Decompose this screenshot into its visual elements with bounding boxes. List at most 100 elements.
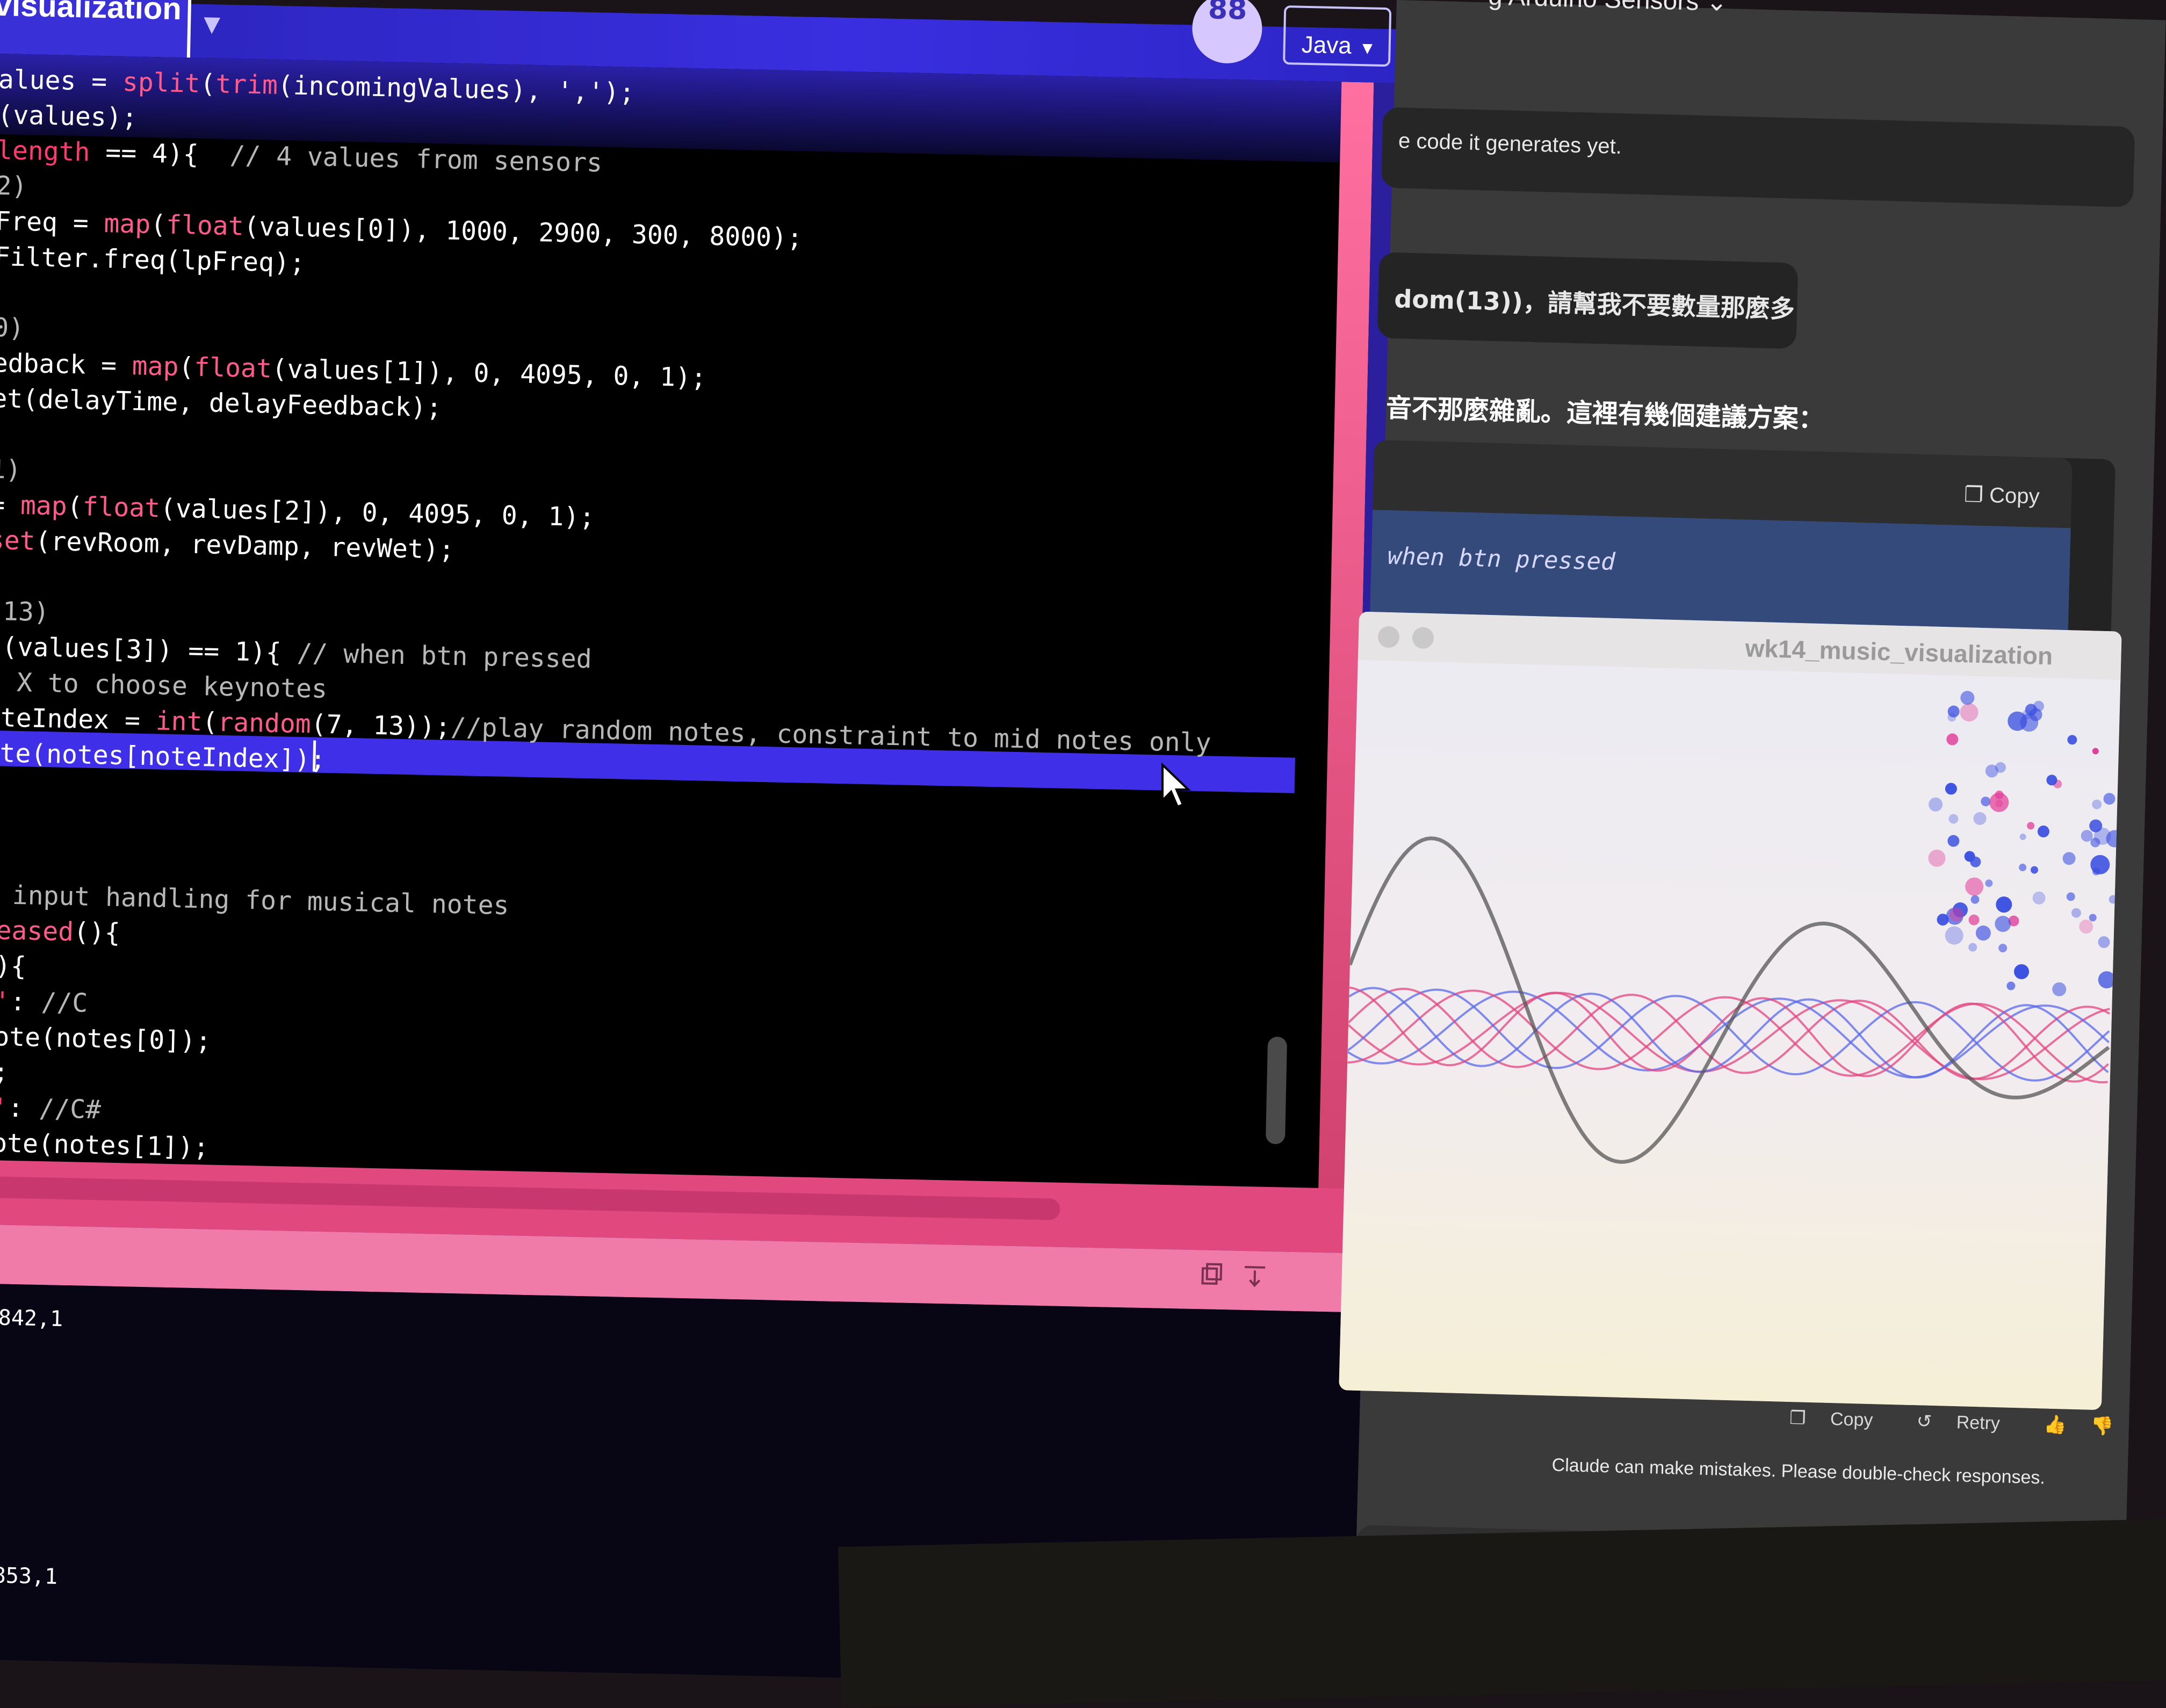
code-token: map xyxy=(132,351,179,382)
code-line: a': //C xyxy=(0,986,88,1018)
minimize-window-button[interactable] xyxy=(1412,627,1434,649)
code-line: (values); xyxy=(0,100,138,133)
code-token: float xyxy=(82,491,161,524)
code-copy-button[interactable]: ❐ Copy xyxy=(1964,482,2040,509)
code-line: t(values[3]) == 1){ // when btn pressed xyxy=(0,632,592,675)
processing-ide-window: visualization ▼ 88 Java ▼ alues = split(t… xyxy=(0,0,1418,1689)
particle-dot xyxy=(2067,735,2077,745)
code-token: 1) xyxy=(0,454,22,486)
code-token: Freq = xyxy=(0,206,105,239)
code-line: set(revRoom, revDamp, revWet); xyxy=(0,525,454,565)
thumbs-down-icon[interactable]: 👎 xyxy=(2091,1416,2114,1437)
particle-dot xyxy=(2092,799,2102,809)
chat-window: g Arduino Sensors ⌄ e code it generates … xyxy=(1339,0,2166,1661)
code-line: w': //C# xyxy=(0,1092,102,1125)
clear-console-icon[interactable] xyxy=(1241,1262,1268,1289)
code-token: = xyxy=(0,489,5,520)
disclaimer-text: Claude can make mistakes. Please double-… xyxy=(1551,1454,2046,1488)
code-token: : xyxy=(10,986,42,1018)
particle-dot xyxy=(2052,982,2067,996)
particle-dot xyxy=(1928,849,1946,867)
code-editor[interactable]: alues = split(trim(incomingValues), ',')… xyxy=(0,53,1374,1243)
particle-dot xyxy=(2098,936,2110,949)
code-token: (13) xyxy=(0,596,50,628)
particle-dot xyxy=(2032,891,2046,904)
message-actions: ❐ Copy ↺ Retry 👍 👎 xyxy=(1789,1407,2133,1438)
sketch-window-title: wk14_music_visualization xyxy=(1744,634,2053,670)
code-token: //C xyxy=(40,987,88,1018)
code-token: et(delayTime, delayFeedback); xyxy=(0,383,442,423)
assistant-reply-text: 音不那麼雜亂。這裡有幾個建議方案： xyxy=(1385,393,1825,435)
copy-icon: ❐ xyxy=(1963,482,1990,508)
particle-dot xyxy=(2066,892,2075,901)
particle-dot xyxy=(1985,879,1993,887)
code-token: e X to choose keynotes xyxy=(0,667,328,705)
particle-dot xyxy=(1989,792,2009,812)
sketch-tab[interactable]: visualization xyxy=(0,0,192,58)
message-copy-label: Copy xyxy=(1830,1409,1873,1431)
particle-dot xyxy=(1960,691,1975,705)
copy-icon[interactable] xyxy=(1198,1261,1225,1288)
code-token: w' xyxy=(0,1092,9,1123)
code-line: 1) xyxy=(0,454,21,485)
code-token: ( xyxy=(199,68,216,99)
debug-button[interactable]: 88 xyxy=(1192,0,1263,64)
console-line: ,1853,1 xyxy=(0,1562,58,1589)
console-line: ,1842,1 xyxy=(0,1305,63,1331)
user-message: dom(13))，請幫我不要數量那麼多 xyxy=(1377,252,1799,349)
retry-label: Retry xyxy=(1956,1412,2001,1434)
mode-select[interactable]: Java ▼ xyxy=(1283,5,1392,67)
copy-icon: ❐ xyxy=(1789,1408,1811,1429)
code-token: (7, 13)); xyxy=(311,709,451,742)
main-waveform-line xyxy=(1348,836,2110,1164)
code-line: Note(notes[0]); xyxy=(0,1022,212,1056)
code-token: ){ xyxy=(0,951,27,982)
code-token: : xyxy=(8,1092,39,1124)
code-line: 2) xyxy=(0,171,27,201)
code-line: (13) xyxy=(0,596,49,627)
thumbs-up-icon[interactable]: 👍 xyxy=(2044,1414,2067,1435)
particle-dot xyxy=(1929,797,1943,812)
particle-dot xyxy=(1975,925,1991,941)
code-token: Filter.freq(lpFreq); xyxy=(0,241,306,278)
particle-dot xyxy=(2098,971,2116,989)
particle-dot xyxy=(1960,703,1979,722)
code-token: split xyxy=(122,67,201,99)
close-window-button[interactable] xyxy=(1377,626,1400,648)
code-token: // 4 values from sensors xyxy=(229,140,603,178)
particle-dot xyxy=(1996,896,2012,913)
code-token: alues = xyxy=(0,64,123,97)
particle-dot xyxy=(1998,944,2008,953)
conversation-title-text: g Arduino Sensors xyxy=(1488,0,1700,16)
code-token: Note(notes[1]); xyxy=(0,1127,210,1163)
code-token: float xyxy=(193,352,272,384)
code-line: et(delayTime, delayFeedback); xyxy=(0,383,442,423)
particle-dot xyxy=(2014,964,2030,980)
code-line: k; xyxy=(0,1057,9,1088)
particle-dot xyxy=(2019,864,2027,872)
code-token: map xyxy=(20,490,68,522)
code-token: //C# xyxy=(38,1093,102,1125)
code-token: (){ xyxy=(73,917,121,949)
conversation-title[interactable]: g Arduino Sensors ⌄ xyxy=(1488,0,1728,17)
particle-dot xyxy=(1973,812,1987,825)
retry-button[interactable]: ↺ Retry xyxy=(1916,1411,2019,1434)
particle-dot xyxy=(1946,733,1959,746)
particle-dot xyxy=(2037,826,2049,838)
tab-menu-icon[interactable]: ▼ xyxy=(204,12,221,37)
sketch-output-window: wk14_music_visualization xyxy=(1339,611,2122,1410)
code-block-line: when btn pressed xyxy=(1387,542,1616,576)
code-token: ; xyxy=(0,1057,9,1088)
message-copy-button[interactable]: ❐ Copy xyxy=(1789,1408,1893,1431)
particle-dot xyxy=(1945,926,1963,945)
vertical-scrollbar-thumb[interactable] xyxy=(1265,1036,1288,1145)
foreground-object xyxy=(838,1517,2166,1708)
code-token: trim xyxy=(215,69,278,100)
particle-dot xyxy=(2071,908,2081,918)
particle-dot xyxy=(1947,835,1960,847)
code-token: 0) xyxy=(0,312,25,344)
particle-dot xyxy=(2031,866,2039,874)
code-token: (revRoom, revDamp, revWet); xyxy=(35,526,455,565)
mouse-cursor-icon xyxy=(1161,763,1191,808)
particle-dot xyxy=(2079,920,2093,934)
